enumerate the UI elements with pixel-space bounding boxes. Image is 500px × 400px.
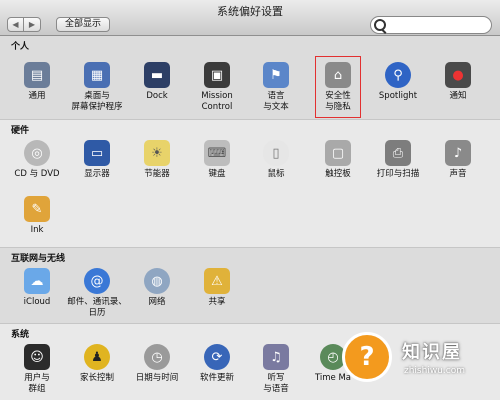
pref-network[interactable]: ◍ 网络 [129, 268, 185, 308]
energy-saver-icon: ☀ [144, 140, 170, 166]
users-groups-icon: ☺ [24, 344, 50, 370]
pref-spotlight[interactable]: ⚲ Spotlight [370, 62, 426, 102]
pref-sharing[interactable]: ⚠ 共享 [189, 268, 245, 308]
cd-dvd-icon: ◎ [24, 140, 50, 166]
mouse-icon: ▯ [263, 140, 289, 166]
section-personal: 个人 ▤ 通用 ▦ 桌面与 屏幕保护程序 ▬ Dock ▣ Mission Co… [0, 36, 500, 120]
icloud-icon: ☁ [24, 268, 50, 294]
pref-ink[interactable]: ✎ Ink [9, 196, 65, 236]
dictation-icon: ♫ [263, 344, 289, 370]
mission-control-icon: ▣ [204, 62, 230, 88]
search-input[interactable] [389, 19, 487, 31]
search-field[interactable] [370, 16, 492, 34]
language-icon: ⚑ [263, 62, 289, 88]
pref-notifications[interactable]: ● 通知 [430, 62, 486, 102]
general-icon: ▤ [24, 62, 50, 88]
pref-dock[interactable]: ▬ Dock [129, 62, 185, 102]
network-icon: ◍ [144, 268, 170, 294]
show-all-button[interactable]: 全部显示 [56, 17, 110, 32]
pref-general[interactable]: ▤ 通用 [9, 62, 65, 102]
section-title: 个人 [11, 42, 30, 52]
pref-energy-saver[interactable]: ☀ 节能器 [129, 140, 185, 180]
back-button[interactable]: ◀ [7, 17, 24, 32]
pref-mission-control[interactable]: ▣ Mission Control [189, 62, 245, 113]
pref-date-time[interactable]: ◷ 日期与时间 [129, 344, 185, 384]
pref-dictation-speech[interactable]: ♫ 听写 与语音 [248, 344, 304, 395]
pref-print-scan[interactable]: ⎙ 打印与扫描 [370, 140, 426, 180]
section-title: 硬件 [11, 126, 30, 136]
trackpad-icon: ▢ [325, 140, 351, 166]
section-hardware: 硬件 ◎ CD 与 DVD ▭ 显示器 ☀ 节能器 ⌨ 键盘 ▯ 鼠标 ▢ 触控… [0, 120, 500, 248]
pref-keyboard[interactable]: ⌨ 键盘 [189, 140, 245, 180]
selection-highlight [315, 56, 361, 118]
sharing-icon: ⚠ [204, 268, 230, 294]
watermark-name: 知识屋 [402, 342, 462, 363]
spotlight-icon: ⚲ [385, 62, 411, 88]
pref-desktop[interactable]: ▦ 桌面与 屏幕保护程序 [67, 62, 127, 113]
nav-buttons: ◀ ▶ [7, 17, 41, 33]
watermark-url: zhishiwu.com [404, 366, 465, 376]
search-icon [374, 19, 386, 31]
software-update-icon: ⟳ [204, 344, 230, 370]
pref-displays[interactable]: ▭ 显示器 [69, 140, 125, 180]
section-internet-wireless: 互联网与无线 ☁ iCloud @ 邮件、通讯录、 日历 ◍ 网络 ⚠ 共享 [0, 248, 500, 324]
printer-icon: ⎙ [385, 140, 411, 166]
pref-mail-contacts-calendars[interactable]: @ 邮件、通讯录、 日历 [63, 268, 131, 319]
system-preferences-window: 系统偏好设置 ◀ ▶ 全部显示 个人 ▤ 通用 ▦ 桌面与 屏幕保护程序 ▬ D… [0, 0, 500, 400]
pref-icloud[interactable]: ☁ iCloud [9, 268, 65, 308]
mail-contacts-icon: @ [84, 268, 110, 294]
keyboard-icon: ⌨ [204, 140, 230, 166]
displays-icon: ▭ [84, 140, 110, 166]
date-time-icon: ◷ [144, 344, 170, 370]
pref-cd-dvd[interactable]: ◎ CD 与 DVD [9, 140, 65, 180]
watermark: ? 知识屋 zhishiwu.com [334, 326, 500, 400]
sound-icon: ♪ [445, 140, 471, 166]
pref-software-update[interactable]: ⟳ 软件更新 [189, 344, 245, 384]
title-bar: 系统偏好设置 ◀ ▶ 全部显示 [0, 0, 500, 36]
pref-trackpad[interactable]: ▢ 触控板 [310, 140, 366, 180]
pref-users-groups[interactable]: ☺ 用户与 群组 [9, 344, 65, 395]
pref-sound[interactable]: ♪ 声音 [430, 140, 486, 180]
notifications-icon: ● [445, 62, 471, 88]
parental-controls-icon: ♟ [84, 344, 110, 370]
desktop-icon: ▦ [84, 62, 110, 88]
chevron-right-icon: ▶ [28, 20, 36, 29]
dock-icon: ▬ [144, 62, 170, 88]
section-title: 互联网与无线 [11, 254, 66, 264]
pref-parental-controls[interactable]: ♟ 家长控制 [69, 344, 125, 384]
ink-icon: ✎ [24, 196, 50, 222]
watermark-badge-icon: ? [342, 332, 392, 382]
chevron-left-icon: ◀ [12, 20, 19, 29]
forward-button[interactable]: ▶ [24, 17, 41, 32]
pref-mouse[interactable]: ▯ 鼠标 [248, 140, 304, 180]
pref-language[interactable]: ⚑ 语言 与文本 [248, 62, 304, 113]
section-title: 系统 [11, 330, 30, 340]
